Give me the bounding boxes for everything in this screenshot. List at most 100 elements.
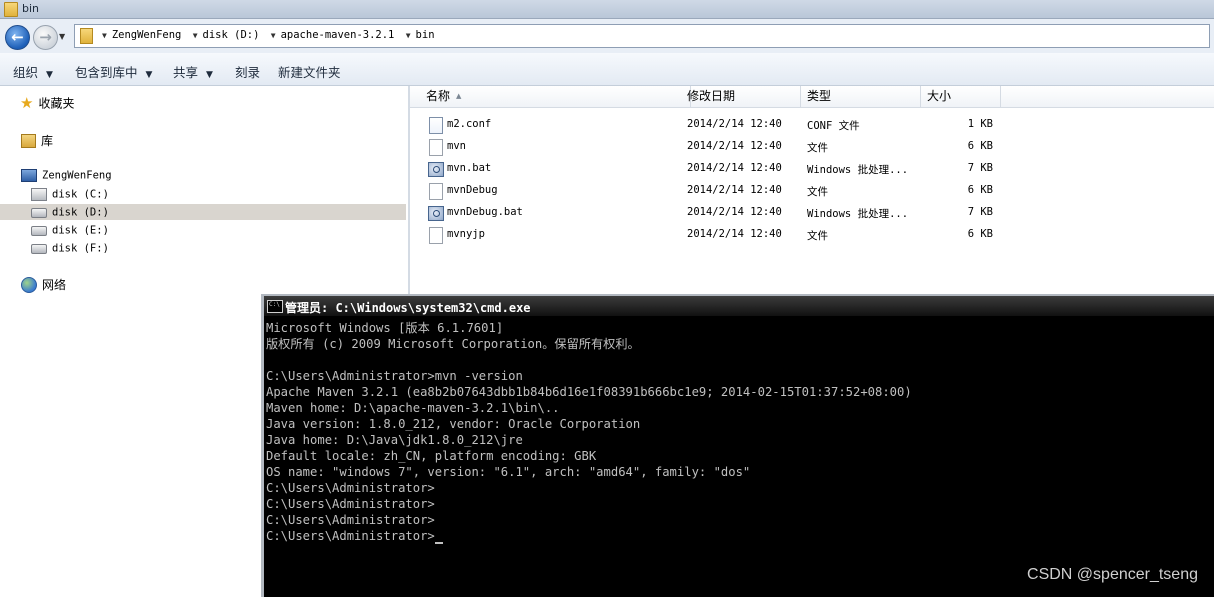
file-type: CONF 文件 [807,120,860,132]
file-size: 6 KB [967,184,993,196]
console-line: Microsoft Windows [版本 6.1.7601] [266,321,504,335]
file-date: 2014/2/14 12:40 [687,118,782,130]
chevron-down-icon: ▼ [206,70,213,80]
folder-icon [80,28,93,44]
file-date: 2014/2/14 12:40 [687,184,782,196]
file-name: mvn.bat [447,162,492,174]
console-line: C:\Users\Administrator> [266,497,435,511]
chevron-down-icon[interactable]: ▼ [406,31,411,40]
file-name: mvnDebug.bat [447,206,523,218]
new-folder-label: 新建文件夹 [278,65,341,80]
nav-item-drive-e[interactable]: disk (E:) [31,223,109,237]
breadcrumb: ▼ ZengWenFeng ▼ disk (D:) ▼ apache-maven-3.… [97,29,435,41]
burn-label: 刻录 [235,65,261,80]
column-header-label: 类型 [807,89,832,103]
cmd-icon [267,300,283,313]
column-header-size[interactable]: 大小 [921,86,1001,107]
cmd-window[interactable]: 管理员: C:\Windows\system32\cmd.exe Microso… [261,294,1214,597]
batch-file-icon [428,206,444,221]
nav-item-label: 库 [41,134,54,148]
file-date: 2014/2/14 12:40 [687,162,782,174]
chevron-down-icon[interactable]: ▼ [271,31,276,40]
nav-item-drive-f[interactable]: disk (F:) [31,241,109,255]
breadcrumb-item[interactable]: bin [416,29,435,41]
nav-item-label: disk (D:) [52,206,109,219]
batch-file-icon [428,162,444,177]
file-type: 文件 [807,142,828,154]
column-header-label: 修改日期 [687,89,736,103]
file-row[interactable]: mvn.bat 2014/2/14 12:40 Windows 批处理... 7… [410,158,1214,180]
breadcrumb-item[interactable]: apache-maven-3.2.1 [281,29,395,41]
file-icon [429,139,443,156]
command-toolbar: 组织 ▼ 包含到库中 ▼ 共享 ▼ 刻录 新建文件夹 [0,53,1214,86]
address-bar[interactable]: ▼ ZengWenFeng ▼ disk (D:) ▼ apache-maven-3.… [74,24,1210,48]
nav-item-computer[interactable]: ZengWenFeng [21,168,112,182]
cmd-console[interactable]: Microsoft Windows [版本 6.1.7601] 版权所有 (c)… [266,320,1210,595]
file-row[interactable]: mvn 2014/2/14 12:40 文件 6 KB [410,136,1214,158]
file-row[interactable]: mvnDebug.bat 2014/2/14 12:40 Windows 批处理… [410,202,1214,224]
column-header-name[interactable]: 名称 ▲ [420,86,691,107]
chevron-down-icon: ▼ [46,70,53,80]
console-line: Maven home: D:\apache-maven-3.2.1\bin\.. [266,401,560,415]
share-label: 共享 [173,65,199,80]
nav-item-label: disk (C:) [52,188,109,201]
file-row[interactable]: mvnyjp 2014/2/14 12:40 文件 6 KB [410,224,1214,246]
file-type: 文件 [807,186,828,198]
file-name: mvnDebug [447,184,498,196]
nav-item-libraries[interactable]: 库 [21,132,53,149]
nav-item-label: ZengWenFeng [42,169,112,182]
organize-button[interactable]: 组织 ▼ [13,62,53,81]
nav-item-network[interactable]: 网络 [21,276,66,293]
cmd-title: 管理员: C:\Windows\system32\cmd.exe [285,301,531,315]
file-list[interactable]: 名称 ▲ 修改日期 类型 大小 m2.conf 2014/2/14 12:40 C… [410,86,1214,297]
address-row: ← → ▼ ▼ ZengWenFeng ▼ disk (D:) ▼ apache-ma… [0,19,1214,53]
console-line: C:\Users\Administrator> [266,513,435,527]
sort-ascending-icon: ▲ [456,92,462,100]
file-type: 文件 [807,230,828,242]
nav-item-favorites[interactable]: ★ 收藏夹 [20,94,74,112]
file-date: 2014/2/14 12:40 [687,228,782,240]
system-drive-icon [31,188,47,201]
network-icon [21,276,37,293]
organize-label: 组织 [13,65,39,80]
console-line: Java home: D:\Java\jdk1.8.0_212\jre [266,433,523,447]
window-title-bar[interactable]: bin [0,0,1214,19]
file-name: m2.conf [447,118,492,130]
forward-button[interactable]: → [33,25,58,50]
column-header-date[interactable]: 修改日期 [681,86,801,107]
window-title: bin [22,2,40,15]
breadcrumb-item[interactable]: ZengWenFeng [112,29,182,41]
share-button[interactable]: 共享 ▼ [173,62,213,81]
back-arrow-icon: ← [11,28,24,46]
burn-button[interactable]: 刻录 [235,62,260,81]
console-prompt-line[interactable]: C:\Users\Administrator> [266,528,1210,544]
file-row[interactable]: m2.conf 2014/2/14 12:40 CONF 文件 1 KB [410,114,1214,136]
file-type: Windows 批处理... [807,208,909,220]
cmd-title-bar[interactable]: 管理员: C:\Windows\system32\cmd.exe [264,296,1214,316]
nav-item-drive-d[interactable]: disk (D:) [31,205,109,219]
console-line: Java version: 1.8.0_212, vendor: Oracle … [266,417,641,431]
file-row[interactable]: mvnDebug 2014/2/14 12:40 文件 6 KB [410,180,1214,202]
file-icon [429,183,443,200]
watermark: CSDN @spencer_tseng [1027,566,1198,583]
breadcrumb-item[interactable]: disk (D:) [203,29,260,41]
console-line: 版权所有 (c) 2009 Microsoft Corporation。保留所有… [266,337,640,351]
chevron-down-icon[interactable]: ▼ [193,31,198,40]
back-button[interactable]: ← [5,25,30,50]
console-line: OS name: "windows 7", version: "6.1", ar… [266,465,751,479]
chevron-down-icon[interactable]: ▼ [102,31,107,40]
history-dropdown-icon[interactable]: ▼ [59,32,65,41]
column-header-type[interactable]: 类型 [801,86,921,107]
file-size: 6 KB [967,140,993,152]
include-in-library-label: 包含到库中 [75,65,138,80]
chevron-down-icon: ▼ [145,70,153,80]
include-in-library-button[interactable]: 包含到库中 ▼ [75,62,152,81]
navigation-pane[interactable]: ★ 收藏夹 库 ZengWenFeng disk (C:) disk (D:) d… [0,86,410,297]
file-size: 1 KB [967,118,993,130]
nav-item-drive-c[interactable]: disk (C:) [31,187,109,201]
nav-item-label: disk (E:) [52,224,109,237]
file-icon [429,227,443,244]
file-date: 2014/2/14 12:40 [687,206,782,218]
folder-icon [4,2,18,17]
new-folder-button[interactable]: 新建文件夹 [278,62,341,81]
